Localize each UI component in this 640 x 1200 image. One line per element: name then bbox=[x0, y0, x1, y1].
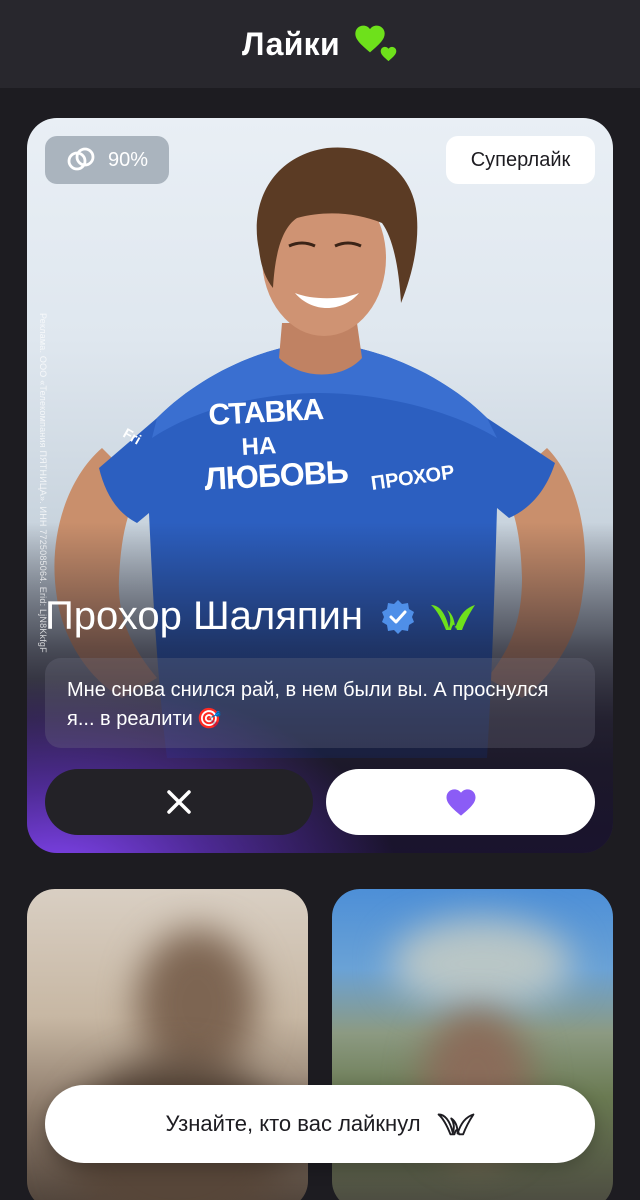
profile-card[interactable]: СТАВКА НА ЛЮБОВЬ ПРОХОР Fri 90% Суперлай… bbox=[27, 118, 613, 853]
who-liked-you-button[interactable]: Узнайте, кто вас лайкнул bbox=[45, 1085, 595, 1163]
profile-name-row: Прохор Шаляпин bbox=[45, 594, 477, 639]
blurred-figure bbox=[137, 929, 257, 1079]
match-percent: 90% bbox=[107, 148, 149, 171]
blurred-building bbox=[392, 919, 572, 1009]
header: Лайки bbox=[0, 0, 640, 88]
match-badge: 90% bbox=[45, 136, 169, 184]
bio-box: Мне снова снился рай, в нем были вы. А п… bbox=[45, 658, 595, 748]
like-button[interactable] bbox=[326, 769, 595, 835]
verified-badge-icon bbox=[381, 599, 414, 634]
bio-text: Мне снова снился рай, в нем были вы. А п… bbox=[67, 679, 549, 730]
heart-icon bbox=[446, 788, 475, 816]
linked-rings-icon bbox=[67, 147, 95, 171]
target-emoji: 🎯 bbox=[196, 708, 222, 731]
profile-name: Прохор Шаляпин bbox=[45, 594, 363, 638]
cta-label: Узнайте, кто вас лайкнул bbox=[165, 1111, 421, 1136]
superlike-button[interactable]: Суперлайк bbox=[446, 136, 595, 184]
w-logo-icon bbox=[437, 1113, 474, 1136]
close-icon bbox=[167, 790, 191, 814]
w-logo-icon bbox=[430, 604, 475, 630]
page-title: Лайки bbox=[242, 25, 340, 62]
dislike-button[interactable] bbox=[45, 769, 313, 835]
double-heart-icon bbox=[354, 22, 398, 66]
